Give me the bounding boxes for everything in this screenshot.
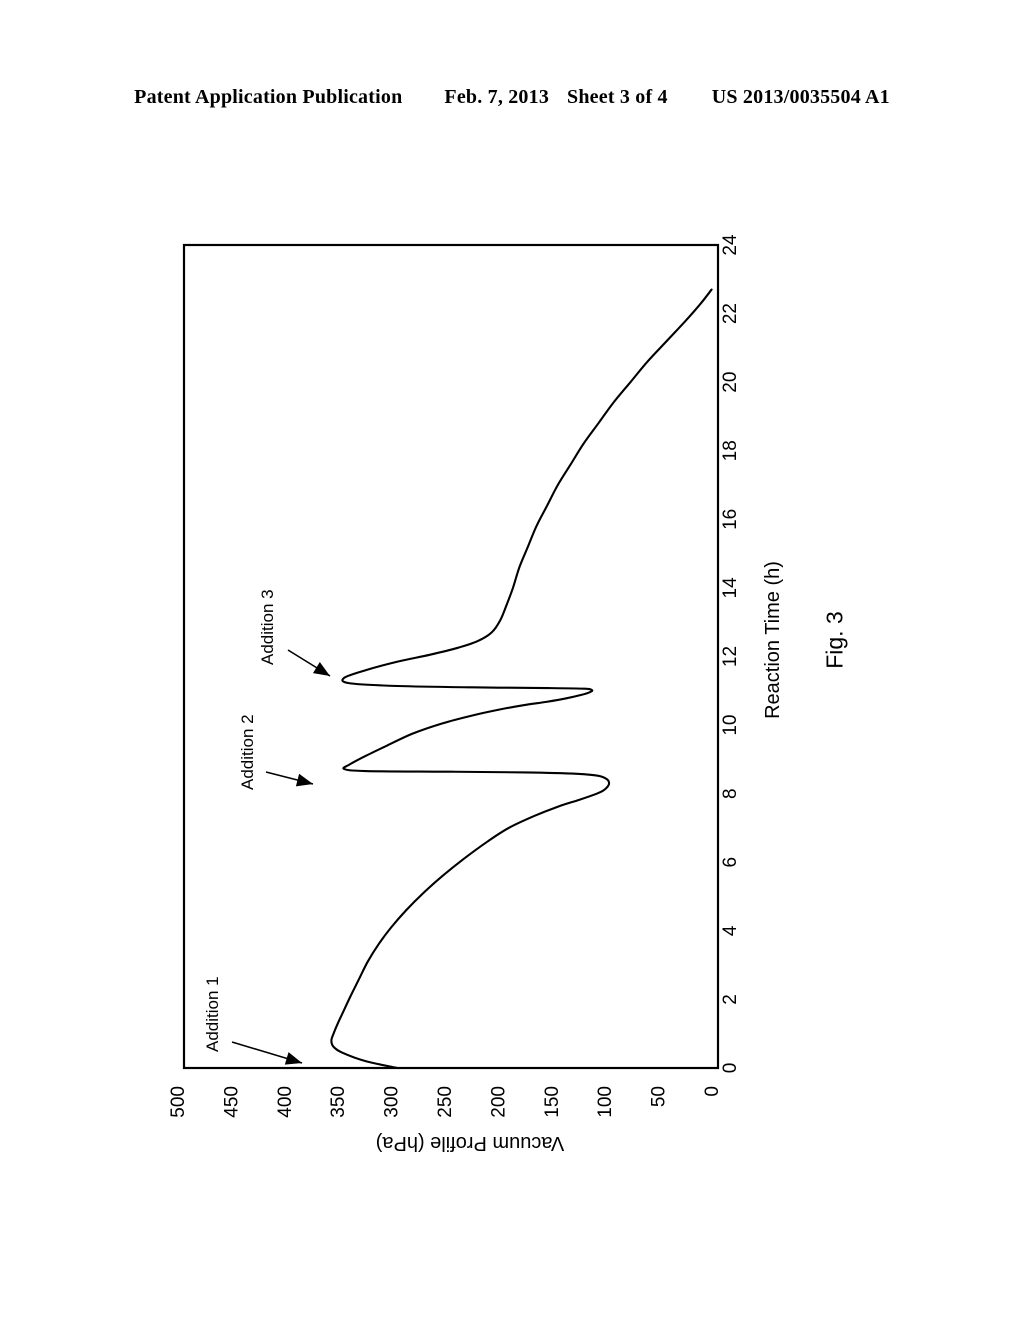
annotation-label: Addition 2 bbox=[238, 714, 257, 790]
y-axis-tick-label: 50 bbox=[649, 1086, 670, 1107]
x-axis-tick-label: 14 bbox=[720, 577, 741, 599]
y-axis-tick-label: 500 bbox=[168, 1086, 189, 1118]
y-axis-tick-label: 250 bbox=[435, 1086, 456, 1118]
x-axis-tick-label: 12 bbox=[720, 646, 741, 667]
x-axis-tick-label: 0 bbox=[720, 1063, 741, 1074]
chart-figure: Addition 1 Addition 2 Addition 3 0 2 4 6 8 10 12… bbox=[0, 0, 1024, 1320]
x-axis-tick-label: 10 bbox=[720, 715, 741, 736]
x-axis-tick-label: 6 bbox=[720, 857, 741, 868]
x-axis-tick-label: 16 bbox=[720, 509, 741, 530]
annotation-label: Addition 3 bbox=[258, 589, 277, 665]
x-axis-tick-label: 8 bbox=[720, 788, 741, 799]
y-axis-tick-label: 400 bbox=[275, 1086, 296, 1118]
chart-svg: Addition 1Addition 2Addition 3 024681012… bbox=[168, 234, 784, 1154]
y-axis-title: Vacuum Profile (hPa) bbox=[376, 1132, 565, 1154]
patent-page: Patent Application Publication Feb. 7, 20… bbox=[0, 0, 1024, 1320]
annotation-label: Addition 1 bbox=[203, 976, 222, 1052]
y-axis-tick-label: 300 bbox=[382, 1086, 403, 1118]
x-axis-tick-label: 4 bbox=[720, 925, 741, 936]
y-axis-tick-label: 450 bbox=[221, 1086, 242, 1118]
y-axis-tick-label: 200 bbox=[488, 1086, 509, 1118]
x-axis-tick-label: 2 bbox=[720, 994, 741, 1005]
y-axis-tick-label: 350 bbox=[328, 1086, 349, 1118]
x-axis-tick-label: 22 bbox=[720, 303, 741, 324]
y-axis-tick-label: 150 bbox=[542, 1086, 563, 1118]
x-axis-title: Reaction Time (h) bbox=[762, 561, 784, 719]
y-axis-tick-label: 0 bbox=[702, 1086, 723, 1097]
x-axis-tick-label: 20 bbox=[720, 372, 741, 393]
x-axis-tick-label: 24 bbox=[720, 234, 741, 256]
y-axis-tick-label: 100 bbox=[595, 1086, 616, 1118]
x-axis-tick-label: 18 bbox=[720, 440, 741, 461]
